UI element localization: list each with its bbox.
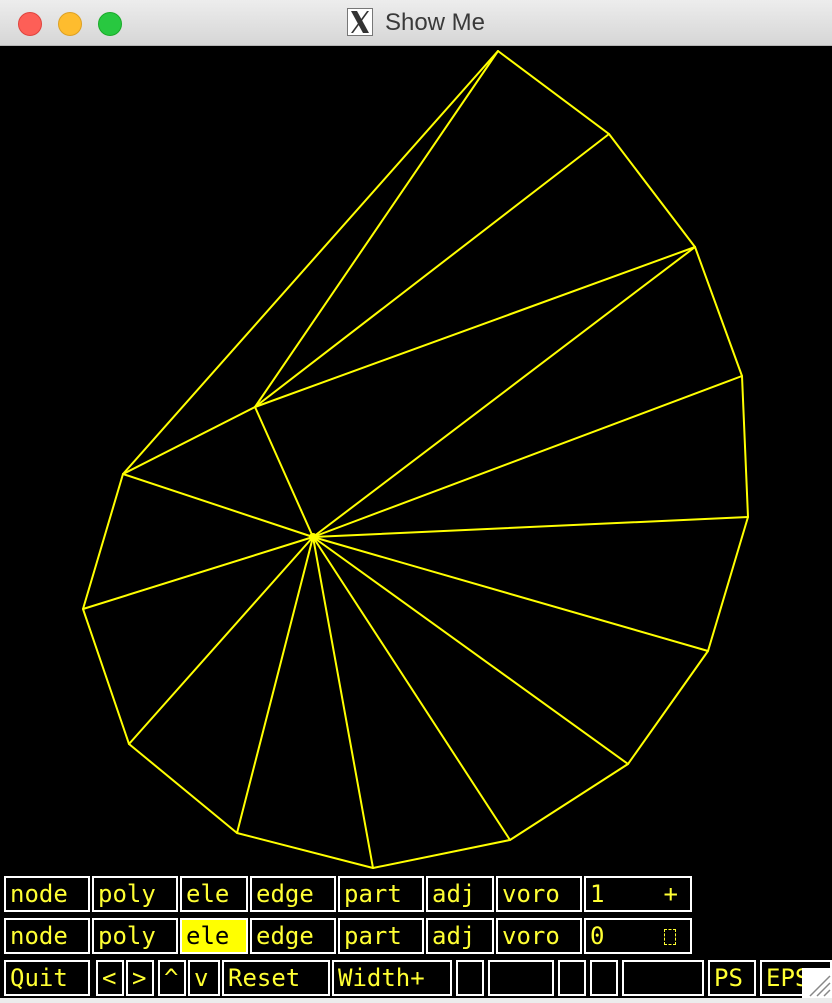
- blank-button-5[interactable]: [622, 960, 704, 996]
- row1-node-button[interactable]: node: [4, 876, 90, 912]
- row2-ele-button[interactable]: ele: [180, 918, 248, 954]
- reset-button[interactable]: Reset: [222, 960, 330, 996]
- window-title: Show Me: [384, 9, 486, 36]
- title-bar[interactable]: Show Me: [0, 0, 832, 46]
- row2-voro-button[interactable]: voro: [496, 918, 582, 954]
- pan-down-button[interactable]: v: [188, 960, 220, 996]
- row1-poly-button[interactable]: poly: [92, 876, 178, 912]
- row1-number-value: 1: [590, 880, 605, 908]
- row1-adj-button[interactable]: adj: [426, 876, 494, 912]
- x11-icon: [346, 8, 373, 36]
- row1-ele-button[interactable]: ele: [180, 876, 248, 912]
- row1-edge-button[interactable]: edge: [250, 876, 336, 912]
- pan-right-button[interactable]: >: [126, 960, 154, 996]
- mesh-hub-node: [309, 533, 317, 541]
- row2-adj-button[interactable]: adj: [426, 918, 494, 954]
- ps-button[interactable]: PS: [708, 960, 756, 996]
- row1-plus-button[interactable]: +: [664, 878, 678, 910]
- blank-button-1[interactable]: [456, 960, 484, 996]
- control-panel: node poly ele edge part adj voro 1 + nod…: [0, 872, 832, 998]
- row1-voro-button[interactable]: voro: [496, 876, 582, 912]
- show-me-window: Show Me node poly ele edge part adj voro…: [0, 0, 832, 998]
- row2-node-button[interactable]: node: [4, 918, 90, 954]
- mesh-canvas[interactable]: [0, 46, 832, 872]
- quit-button[interactable]: Quit: [4, 960, 90, 996]
- row1-part-button[interactable]: part: [338, 876, 424, 912]
- row1-number-control[interactable]: 1 +: [584, 876, 692, 912]
- blank-button-4[interactable]: [590, 960, 618, 996]
- pan-left-button[interactable]: <: [96, 960, 124, 996]
- window-title-area: Show Me: [0, 8, 832, 38]
- row2-number-control[interactable]: 0: [584, 918, 692, 954]
- row2-spin-icon[interactable]: [664, 929, 676, 945]
- resize-grip[interactable]: [802, 968, 832, 998]
- row2-part-button[interactable]: part: [338, 918, 424, 954]
- blank-button-3[interactable]: [558, 960, 586, 996]
- triangle-mesh: [82, 50, 749, 869]
- resize-grip-icon: [809, 975, 831, 997]
- row2-edge-button[interactable]: edge: [250, 918, 336, 954]
- width-plus-button[interactable]: Width+: [332, 960, 452, 996]
- blank-button-2[interactable]: [488, 960, 554, 996]
- row2-poly-button[interactable]: poly: [92, 918, 178, 954]
- row2-number-value: 0: [590, 922, 605, 950]
- pan-up-button[interactable]: ^: [158, 960, 186, 996]
